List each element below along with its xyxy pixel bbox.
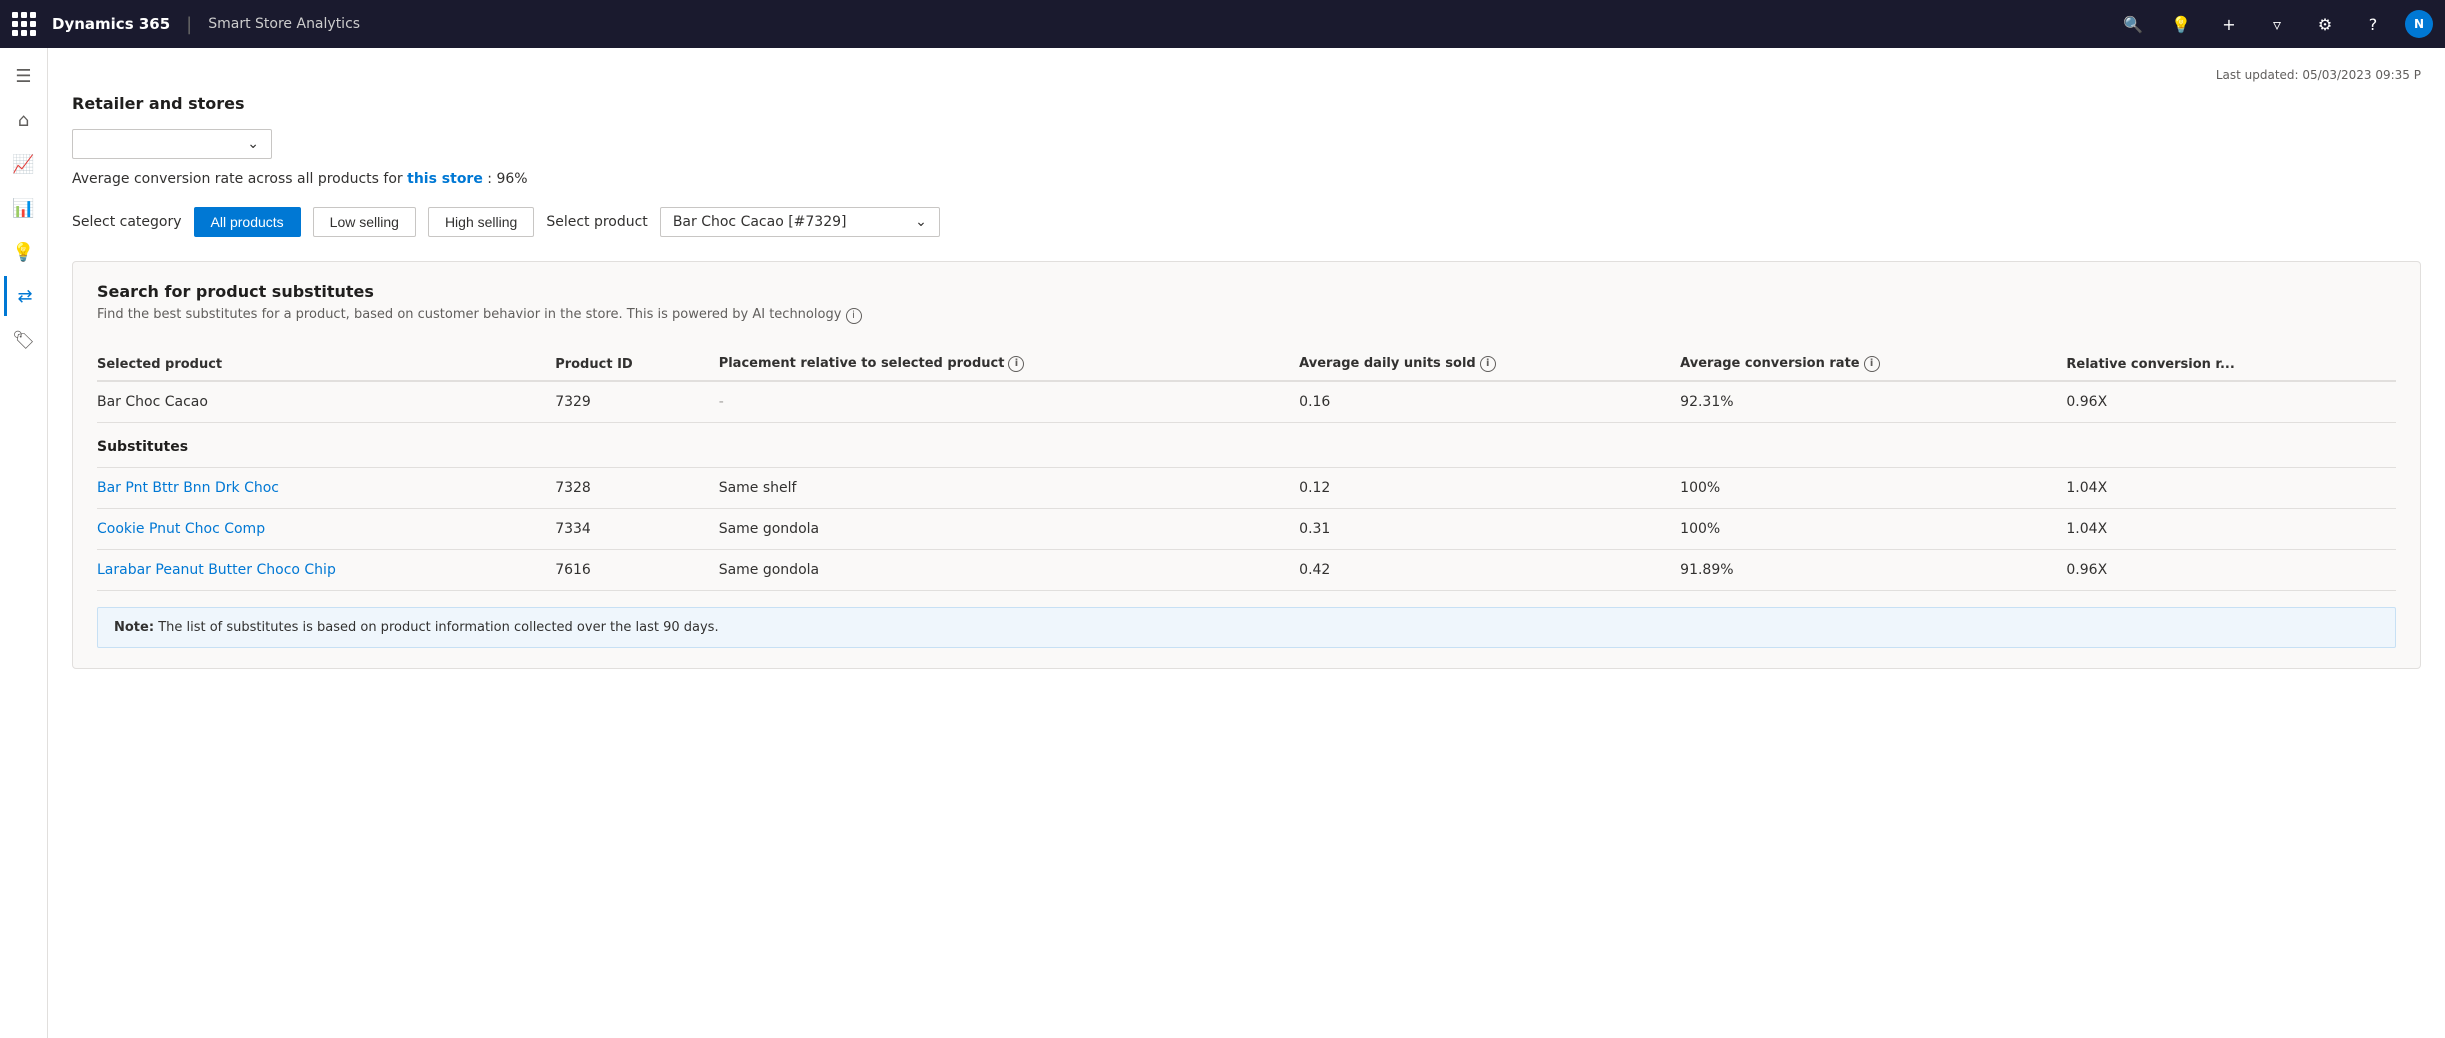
substitute-3-relative-conversion: 0.96X — [2066, 549, 2396, 590]
substitutes-header-row: Substitutes — [97, 422, 2396, 467]
lightbulb-icon[interactable]: 💡 — [2165, 8, 2197, 40]
store-dropdown-value — [85, 136, 89, 152]
col-product-id: Product ID — [555, 348, 719, 381]
search-icon[interactable]: 🔍 — [2117, 8, 2149, 40]
substitutes-label: Substitutes — [97, 422, 2396, 467]
substitute-3-avg-units: 0.42 — [1299, 549, 1680, 590]
avg-conversion-info-icon[interactable]: i — [1864, 356, 1880, 372]
ai-info-icon[interactable]: i — [846, 308, 862, 324]
substitute-1-avg-conversion: 100% — [1680, 467, 2066, 508]
substitute-1-relative-conversion: 1.04X — [2066, 467, 2396, 508]
product-chevron-icon: ⌄ — [915, 214, 927, 230]
avg-units-info-icon[interactable]: i — [1480, 356, 1496, 372]
selected-product-relative-conversion: 0.96X — [2066, 381, 2396, 423]
substitutes-table: Selected product Product ID Placement re… — [97, 348, 2396, 591]
substitute-2-relative-conversion: 1.04X — [2066, 508, 2396, 549]
app-launcher-button[interactable] — [12, 12, 36, 36]
col-avg-conversion: Average conversion rate i — [1680, 348, 2066, 381]
search-section-title: Search for product substitutes — [97, 282, 2396, 301]
selectors-row: Select category All products Low selling… — [72, 207, 2421, 237]
substitute-2-placement: Same gondola — [719, 508, 1299, 549]
search-section-desc: Find the best substitutes for a product,… — [97, 307, 2396, 324]
substitute-1-placement: Same shelf — [719, 467, 1299, 508]
sidebar-item-tags[interactable]: 🏷 — [4, 320, 44, 360]
sidebar-item-home[interactable]: ⌂ — [4, 100, 44, 140]
top-navigation: Dynamics 365 | Smart Store Analytics 🔍 💡… — [0, 0, 2445, 48]
settings-icon[interactable]: ⚙ — [2309, 8, 2341, 40]
substitute-2-id: 7334 — [555, 508, 719, 549]
substitute-1-id: 7328 — [555, 467, 719, 508]
help-icon[interactable]: ? — [2357, 8, 2389, 40]
col-selected-product: Selected product — [97, 348, 555, 381]
col-avg-daily-units: Average daily units sold i — [1299, 348, 1680, 381]
table-row: Cookie Pnut Choc Comp 7334 Same gondola … — [97, 508, 2396, 549]
product-selector-label: Select product — [546, 214, 648, 230]
note-text: The list of substitutes is based on prod… — [158, 620, 718, 635]
this-store-link[interactable]: this store — [407, 171, 483, 187]
substitute-3-id: 7616 — [555, 549, 719, 590]
nav-separator: | — [186, 14, 192, 35]
selected-product-avg-units: 0.16 — [1299, 381, 1680, 423]
table-row: Bar Pnt Bttr Bnn Drk Choc 7328 Same shel… — [97, 467, 2396, 508]
product-dropdown[interactable]: Bar Choc Cacao [#7329] ⌄ — [660, 207, 940, 237]
substitute-3-placement: Same gondola — [719, 549, 1299, 590]
chevron-down-icon: ⌄ — [247, 136, 259, 152]
col-placement: Placement relative to selected product i — [719, 348, 1299, 381]
selected-product-avg-conversion: 92.31% — [1680, 381, 2066, 423]
tab-all-products[interactable]: All products — [194, 207, 301, 237]
col-relative-conversion: Relative conversion r... — [2066, 348, 2396, 381]
selected-product-id: 7329 — [555, 381, 719, 423]
product-dropdown-value: Bar Choc Cacao [#7329] — [673, 214, 847, 230]
substitute-2-avg-units: 0.31 — [1299, 508, 1680, 549]
conversion-info-text: Average conversion rate across all produ… — [72, 171, 2421, 187]
substitute-1-avg-units: 0.12 — [1299, 467, 1680, 508]
category-selector-label: Select category — [72, 214, 182, 230]
tab-low-selling[interactable]: Low selling — [313, 207, 416, 237]
sidebar-item-menu[interactable]: ☰ — [4, 56, 44, 96]
search-section: Search for product substitutes Find the … — [72, 261, 2421, 669]
sidebar-item-substitutes[interactable]: ⇄ — [4, 276, 44, 316]
sidebar-item-insights[interactable]: 💡 — [4, 232, 44, 272]
plus-icon[interactable]: + — [2213, 8, 2245, 40]
selected-product-name: Bar Choc Cacao — [97, 381, 555, 423]
sidebar-item-reports[interactable]: 📊 — [4, 188, 44, 228]
left-sidebar: ☰ ⌂ 📈 📊 💡 ⇄ 🏷 — [0, 48, 48, 1038]
page-title: Retailer and stores — [72, 94, 2421, 113]
substitute-1-name[interactable]: Bar Pnt Bttr Bnn Drk Choc — [97, 467, 555, 508]
note-box: Note: The list of substitutes is based o… — [97, 607, 2396, 648]
placement-info-icon[interactable]: i — [1008, 356, 1024, 372]
note-label: Note: — [114, 620, 154, 635]
substitute-2-avg-conversion: 100% — [1680, 508, 2066, 549]
substitute-3-name[interactable]: Larabar Peanut Butter Choco Chip — [97, 549, 555, 590]
selected-product-placement: - — [719, 381, 1299, 423]
table-row: Larabar Peanut Butter Choco Chip 7616 Sa… — [97, 549, 2396, 590]
sidebar-item-analytics[interactable]: 📈 — [4, 144, 44, 184]
filter-icon[interactable]: ▿ — [2261, 8, 2293, 40]
last-updated-label: Last updated: 05/03/2023 09:35 P — [2216, 68, 2421, 82]
brand-name: Dynamics 365 — [52, 15, 170, 33]
user-avatar[interactable]: N — [2405, 10, 2433, 38]
substitute-3-avg-conversion: 91.89% — [1680, 549, 2066, 590]
selected-product-row: Bar Choc Cacao 7329 - 0.16 92.31% 0.96X — [97, 381, 2396, 423]
main-content: Last updated: 05/03/2023 09:35 P Retaile… — [48, 48, 2445, 1038]
store-dropdown[interactable]: ⌄ — [72, 129, 272, 159]
app-name: Smart Store Analytics — [208, 16, 360, 32]
brand-logo: Dynamics 365 — [52, 15, 170, 33]
tab-high-selling[interactable]: High selling — [428, 207, 534, 237]
substitute-2-name[interactable]: Cookie Pnut Choc Comp — [97, 508, 555, 549]
